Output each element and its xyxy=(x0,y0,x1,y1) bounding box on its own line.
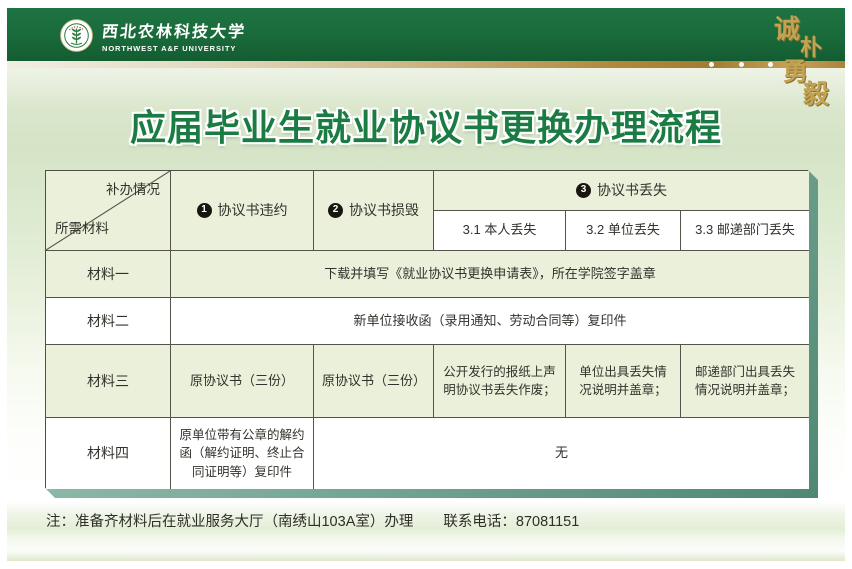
university-emblem-icon xyxy=(60,19,93,57)
material-4-col1: 原单位带有公章的解约函（解约证明、终止合同证明等）复印件 xyxy=(171,418,314,489)
subheader-3-1: 3.1 本人丢失 xyxy=(434,211,566,251)
university-name-en: NORTHWEST A&F UNIVERSITY xyxy=(102,44,246,53)
badge-1-icon: 1 xyxy=(197,203,212,218)
poster-page: 西北农林科技大学 NORTHWEST A&F UNIVERSITY 诚 朴 勇 … xyxy=(0,0,852,569)
corner-cell: 补办情况 所需材料 xyxy=(46,171,171,251)
col-header-1: 1 协议书违约 xyxy=(171,171,314,251)
material-3-col4: 单位出具丢失情况说明并盖章； xyxy=(566,345,681,418)
motto-char-1: 诚 xyxy=(774,17,800,43)
material-4-none: 无 xyxy=(314,418,809,489)
col-header-2-label: 协议书损毁 xyxy=(349,200,419,220)
material-3-col5: 邮递部门出具丢失情况说明并盖章； xyxy=(681,345,809,418)
material-2-content: 新单位接收函（录用通知、劳动合同等）复印件 xyxy=(171,298,809,345)
header-band: 西北农林科技大学 NORTHWEST A&F UNIVERSITY xyxy=(7,8,845,61)
strip-dot xyxy=(768,62,773,67)
footer-note-text: 注：准备齐材料后在就业服务大厅（南绣山103A室）办理 xyxy=(46,514,413,530)
row-label-material-3: 材料三 xyxy=(46,345,171,418)
col-header-3: 3 协议书丢失 xyxy=(434,171,809,211)
row-label-material-2: 材料二 xyxy=(46,298,171,345)
footer-phone: 联系电话：87081151 xyxy=(443,514,579,530)
university-name-cn: 西北农林科技大学 xyxy=(101,23,247,41)
row-label-material-4: 材料四 xyxy=(46,418,171,489)
subheader-3-3: 3.3 邮递部门丢失 xyxy=(681,211,809,251)
material-3-col2: 原协议书（三份） xyxy=(314,345,434,418)
corner-label-materials: 所需材料 xyxy=(55,219,109,239)
strip-dot xyxy=(709,62,714,67)
procedure-table: 补办情况 所需材料 1 协议书违约 2 协议书损毁 3 协议书丢失 3.1 本人… xyxy=(45,170,808,488)
col-header-3-label: 协议书丢失 xyxy=(597,180,667,200)
corner-label-situation: 补办情况 xyxy=(106,180,160,200)
row-label-material-1: 材料一 xyxy=(46,251,171,298)
badge-2-icon: 2 xyxy=(328,203,343,218)
material-3-col3: 公开发行的报纸上声明协议书丢失作废； xyxy=(434,345,566,418)
university-logo: 西北农林科技大学 NORTHWEST A&F UNIVERSITY xyxy=(60,19,246,57)
strip-dot xyxy=(739,62,744,67)
col-header-1-label: 协议书违约 xyxy=(218,200,288,220)
university-names: 西北农林科技大学 NORTHWEST A&F UNIVERSITY xyxy=(102,23,246,53)
gold-divider-strip xyxy=(7,61,845,68)
page-title: 应届毕业生就业协议书更换办理流程 xyxy=(0,99,852,151)
motto-char-2: 朴 xyxy=(800,37,822,59)
col-header-2: 2 协议书损毁 xyxy=(314,171,434,251)
material-1-content: 下载并填写《就业协议书更换申请表》，所在学院签字盖章 xyxy=(171,251,809,298)
badge-3-icon: 3 xyxy=(576,183,591,198)
subheader-3-2: 3.2 单位丢失 xyxy=(566,211,681,251)
footer-note: 注：准备齐材料后在就业服务大厅（南绣山103A室）办理 联系电话：87081151 xyxy=(46,510,579,531)
material-3-col1: 原协议书（三份） xyxy=(171,345,314,418)
